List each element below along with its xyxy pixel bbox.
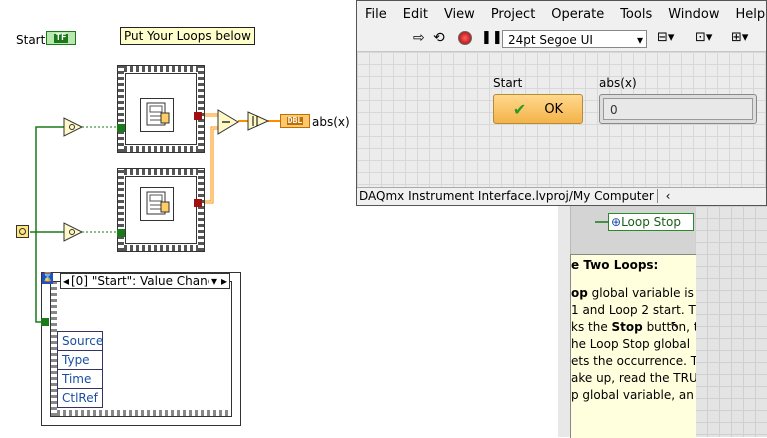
selector-dropdown-icon[interactable]: ▾	[209, 274, 219, 289]
loop2-input-tunnel	[117, 229, 125, 237]
globe-icon: ⊕	[611, 215, 622, 229]
while-loop-1[interactable]	[117, 65, 205, 153]
abs-indicator-fp-label: abs(x)	[599, 76, 637, 90]
grid-area	[695, 206, 767, 437]
menu-bar: File Edit View Project Operate Tools Win…	[357, 1, 766, 27]
abs-indicator-label: abs(x)	[312, 115, 350, 129]
abort-icon[interactable]	[458, 31, 472, 45]
wire-start-top	[35, 126, 64, 232]
loop1-subvi-icon[interactable]	[140, 98, 174, 132]
loop-stop-global[interactable]: ⊕Loop Stop	[608, 213, 694, 231]
selector-right-arrow-icon[interactable]: ▸	[219, 274, 229, 289]
loop-stop-wire	[595, 221, 609, 223]
project-path: DAQmx Instrument Interface.lvproj/My Com…	[357, 189, 658, 203]
menu-operate[interactable]: Operate	[543, 7, 612, 22]
loops-comment: Put Your Loops below	[120, 27, 255, 45]
help-line-7: ake up, read the TRU	[571, 371, 696, 385]
menu-edit[interactable]: Edit	[395, 7, 436, 22]
start-label: Start	[16, 33, 46, 47]
mouse-cursor-icon: ↖	[670, 318, 681, 332]
status-bar: DAQmx Instrument Interface.lvproj/My Com…	[357, 187, 766, 205]
help-line-6: ets the occurrence. Th	[571, 354, 696, 368]
font-select[interactable]: 24pt Segoe UI ▾	[502, 30, 647, 48]
scroll-left-icon[interactable]: ‹	[662, 189, 671, 203]
not-gate-1	[63, 117, 84, 137]
event-input-tunnel	[41, 318, 49, 326]
toolbar: ⇨ ⟲ ❚❚ 24pt Segoe UI ▾ ⊟▾ ⊡▾ ⊞▾	[357, 27, 766, 52]
front-panel-window[interactable]: File Edit View Project Operate Tools Win…	[356, 0, 767, 206]
menu-file[interactable]: File	[357, 7, 395, 22]
pause-icon[interactable]: ❚❚	[481, 30, 503, 45]
event-node-ctlref[interactable]: CtlRef	[57, 389, 103, 408]
menu-help[interactable]: Help	[727, 7, 767, 22]
event-node-type[interactable]: Type	[57, 351, 103, 370]
loop2-output-tunnel	[194, 199, 202, 207]
menu-view[interactable]: View	[436, 7, 483, 22]
start-control-label: Start	[493, 76, 523, 90]
event-data-node: Source Type Time CtlRef	[57, 331, 103, 408]
selector-left-arrow-icon[interactable]: ◂	[61, 274, 71, 289]
abs-indicator-terminal[interactable]: DBL	[280, 114, 310, 128]
chevron-down-icon: ▾	[636, 33, 643, 47]
not-gate-2	[63, 222, 84, 242]
front-panel-canvas: Start ✔ OK abs(x) 0	[357, 52, 766, 188]
abs-node	[247, 111, 270, 131]
case-selector[interactable]: ◂ [0] "Start": Value Chang ▾ ▸	[60, 273, 230, 289]
help-line-3: 1 and Loop 2 start. T	[571, 303, 696, 317]
checkmark-icon: ✔	[512, 99, 527, 119]
loop2-subvi-icon[interactable]	[140, 187, 174, 221]
help-line-5: he Loop Stop global	[571, 337, 691, 351]
menu-project[interactable]: Project	[483, 7, 543, 22]
loop1-input-tunnel	[117, 124, 125, 132]
start-ok-button[interactable]: ✔ OK	[493, 94, 583, 124]
event-node-time[interactable]: Time	[57, 370, 103, 389]
while-loop-2[interactable]	[117, 168, 205, 252]
event-node-source[interactable]: Source	[57, 331, 103, 351]
event-structure[interactable]: ⌛ ◂ [0] "Start": Value Chang ▾ ▸ Source …	[41, 272, 241, 426]
occurrence-constant[interactable]	[16, 225, 29, 238]
abs-numeric-indicator: 0	[599, 94, 757, 124]
run-arrow-icon[interactable]: ⇨	[413, 30, 425, 46]
help-text-box: e Two Loops: op global variable is 1 and…	[570, 254, 696, 438]
help-line-8: p global variable, an	[571, 388, 694, 402]
resize-objects-icon[interactable]: ⊞▾	[731, 30, 748, 45]
menu-tools[interactable]: Tools	[612, 7, 660, 22]
hourglass-icon: ⌛	[42, 273, 54, 284]
menu-window[interactable]: Window	[660, 7, 727, 22]
align-objects-icon[interactable]: ⊟▾	[657, 30, 674, 45]
start-terminal[interactable]: TF	[46, 31, 76, 45]
loop1-output-tunnel	[194, 112, 202, 120]
distribute-objects-icon[interactable]: ⊡▾	[695, 30, 712, 45]
help-line-2: op global variable is	[571, 286, 694, 300]
help-line-1: e Two Loops:	[571, 258, 659, 272]
run-continuously-icon[interactable]: ⟲	[433, 30, 445, 46]
